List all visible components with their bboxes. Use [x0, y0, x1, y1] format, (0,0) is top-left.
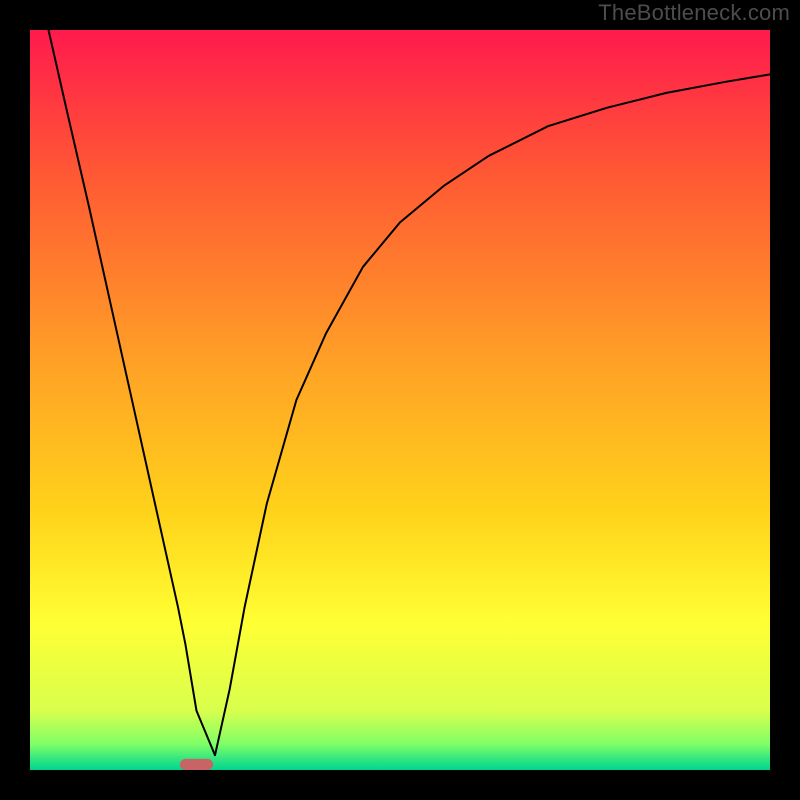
plot-background: [30, 30, 770, 770]
optimal-marker: [180, 759, 213, 770]
chart-svg: [0, 0, 800, 800]
watermark-text: TheBottleneck.com: [598, 0, 790, 26]
chart-frame: TheBottleneck.com: [0, 0, 800, 800]
